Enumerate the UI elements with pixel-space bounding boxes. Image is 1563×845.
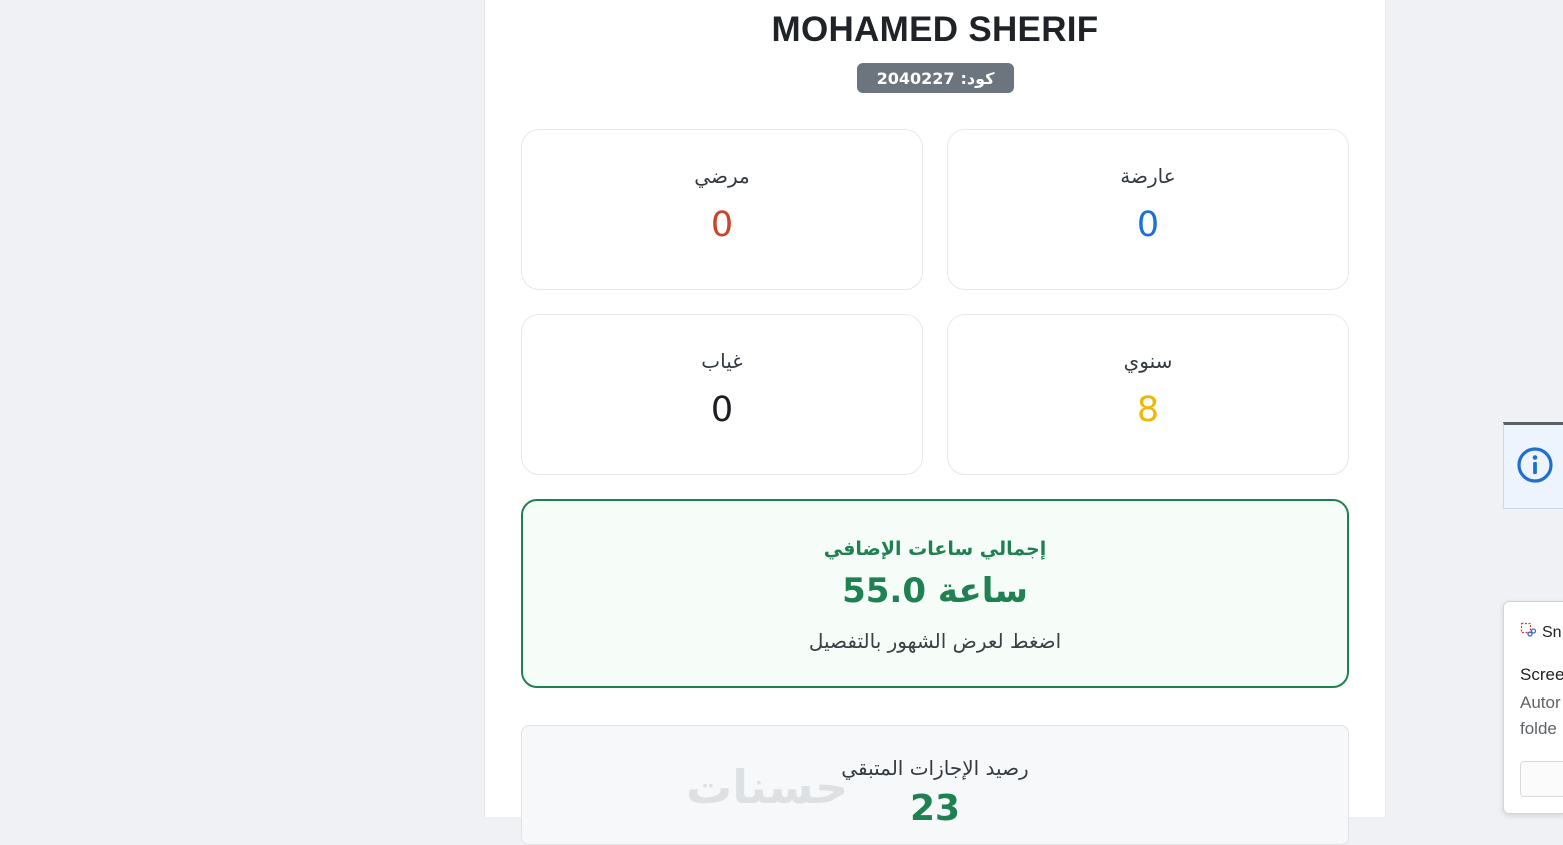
stat-card-sick: مرضي 0	[521, 129, 923, 290]
leave-balance-value: 23	[909, 788, 961, 829]
overtime-details-hint: اضغط لعرض الشهور بالتفصيل	[808, 629, 1062, 653]
stat-card-casual: عارضة 0	[947, 129, 1349, 290]
stat-value-casual: 0	[1136, 205, 1160, 245]
stat-value-sick: 0	[710, 205, 734, 245]
snip-app-header: Sn	[1520, 622, 1562, 643]
stat-label-absent: غياب	[701, 349, 743, 373]
employee-code-badge: كود: 2040227	[857, 63, 1014, 93]
snip-app-name: Sn	[1542, 623, 1562, 641]
stat-card-absent: غياب 0	[521, 314, 923, 475]
info-widget[interactable]	[1503, 422, 1563, 509]
snip-body-line-2: folde	[1520, 719, 1557, 738]
snip-notification-title: Scree	[1520, 665, 1563, 684]
overtime-total-hours: 55.0 ساعة	[842, 571, 1028, 611]
leave-balance-title: رصيد الإجازات المتبقي	[841, 756, 1029, 780]
snip-notification-body: Autor folde	[1520, 690, 1561, 742]
employee-name: MOHAMED SHERIF	[771, 10, 1099, 49]
snipping-tool-notification[interactable]: Sn Scree Autor folde	[1503, 601, 1563, 814]
stat-value-annual: 8	[1136, 390, 1160, 430]
employee-code-label: كود:	[960, 68, 995, 88]
employee-profile-panel: MOHAMED SHERIF كود: 2040227 مرضي 0 عارضة…	[484, 0, 1386, 845]
stat-value-absent: 0	[710, 390, 734, 430]
info-icon[interactable]	[1515, 445, 1555, 489]
stat-label-sick: مرضي	[694, 164, 750, 188]
snip-body-line-1: Autor	[1520, 693, 1561, 712]
employee-code-value: 2040227	[876, 68, 955, 88]
stat-card-annual: سنوي 8	[947, 314, 1349, 475]
overtime-summary-card[interactable]: إجمالي ساعات الإضافي 55.0 ساعة اضغط لعرض…	[521, 499, 1349, 688]
stat-label-casual: عارضة	[1120, 164, 1176, 188]
stat-label-annual: سنوي	[1123, 349, 1173, 373]
overtime-title: إجمالي ساعات الإضافي	[823, 538, 1047, 560]
snip-action-button[interactable]	[1520, 761, 1563, 797]
leave-balance-card: حسنات رصيد الإجازات المتبقي 23	[521, 725, 1349, 845]
scissors-icon	[1520, 622, 1537, 643]
